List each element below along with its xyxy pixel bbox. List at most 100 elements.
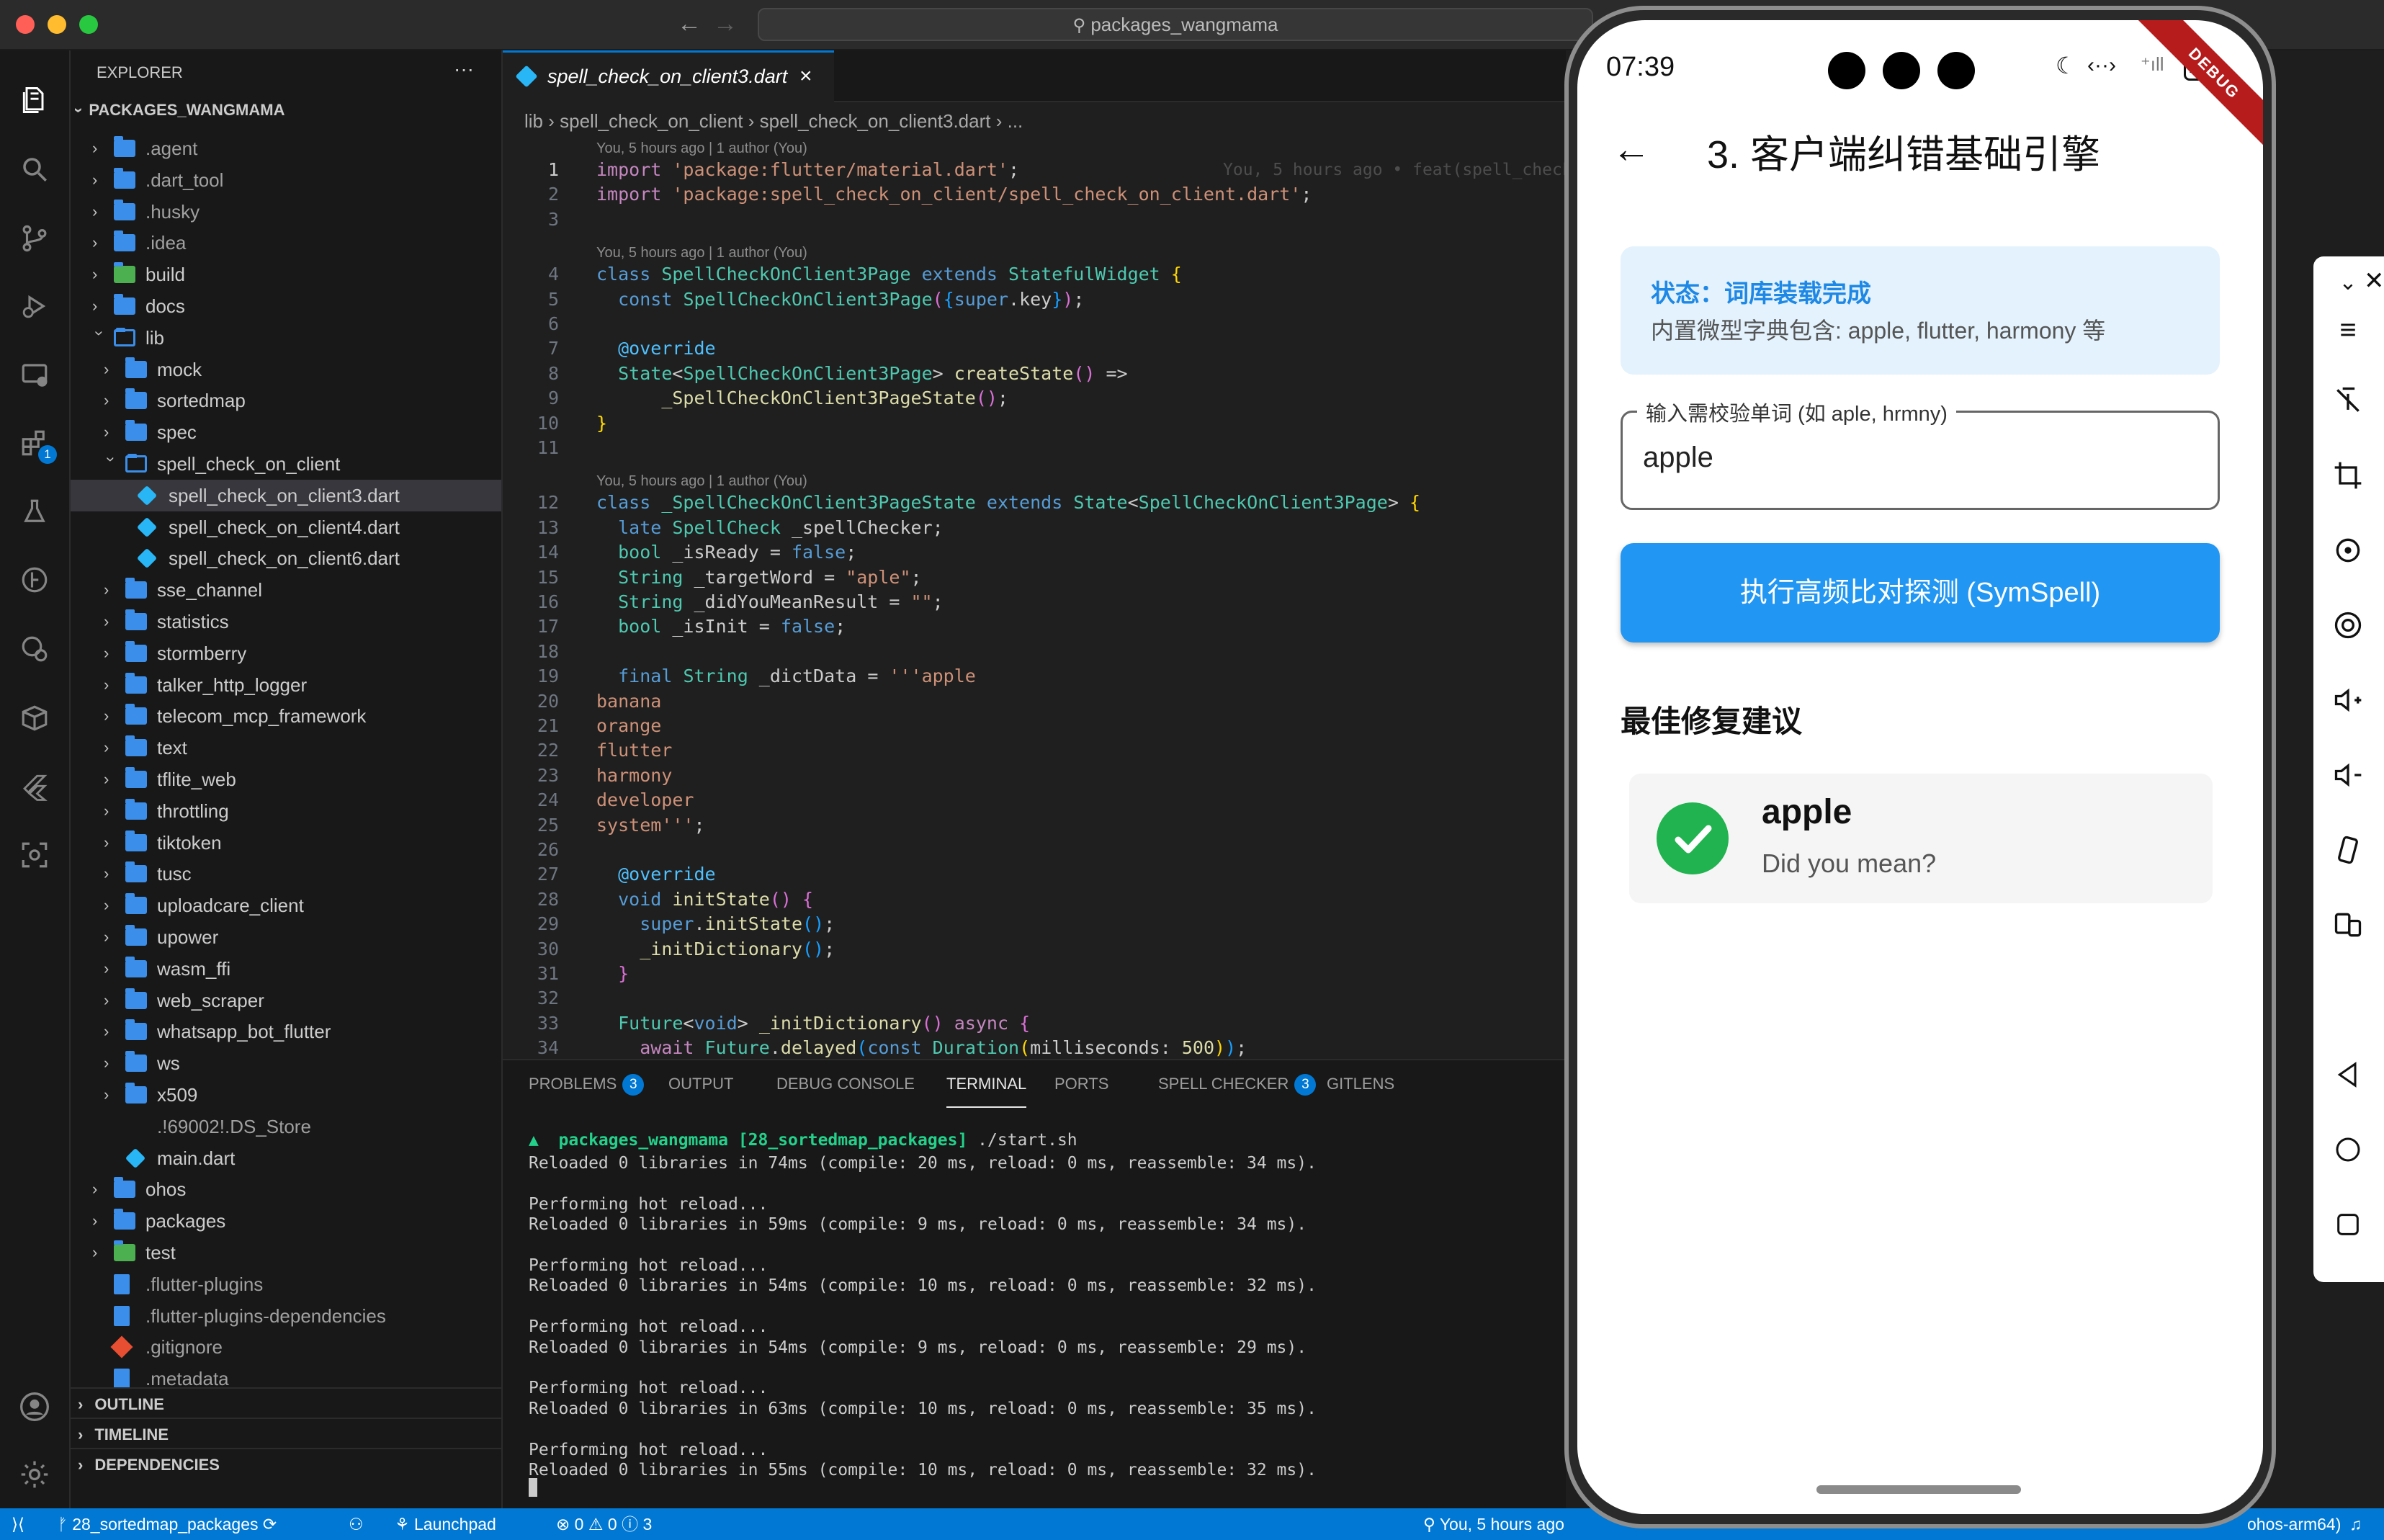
tree-folder[interactable]: › build — [71, 259, 501, 290]
extensions-icon[interactable]: 1 — [17, 425, 57, 464]
run-debug-icon[interactable] — [17, 288, 53, 324]
search-icon[interactable] — [17, 151, 53, 187]
code-line[interactable]: 7 @override — [503, 336, 1566, 362]
tree-folder[interactable]: › .agent — [71, 133, 501, 164]
tab-ports[interactable]: PORTS — [1054, 1060, 1108, 1108]
section-dependencies[interactable]: › DEPENDENCIES — [71, 1448, 501, 1481]
nav-back-icon[interactable] — [2328, 1055, 2368, 1095]
shake-icon[interactable] — [2328, 830, 2368, 870]
tree-folder[interactable]: › .husky — [71, 196, 501, 228]
forward-arrow-icon[interactable]: → — [713, 10, 738, 38]
volume-down-icon[interactable] — [2328, 755, 2368, 795]
maximize-window-button[interactable] — [79, 15, 98, 34]
code-line[interactable]: 11 — [503, 435, 1566, 461]
tree-folder[interactable]: › lib — [71, 322, 501, 354]
minimize-window-button[interactable] — [48, 15, 66, 34]
command-center-search[interactable]: ⚲ packages_wangmama — [758, 8, 1593, 41]
tab-debug-console[interactable]: DEBUG CONSOLE — [776, 1060, 915, 1108]
tree-folder[interactable]: › spec — [71, 416, 501, 448]
word-input-value[interactable]: apple — [1643, 442, 1713, 474]
code-line[interactable]: 5 const SpellCheckOnClient3Page({super.k… — [503, 287, 1566, 313]
tree-folder[interactable]: › web_scraper — [71, 985, 501, 1016]
testing-icon[interactable] — [17, 494, 53, 530]
blame-codelens[interactable]: You, 5 hours ago | 1 author (You) — [503, 135, 1566, 157]
package-icon[interactable] — [17, 700, 53, 736]
code-line[interactable]: 26 — [503, 837, 1566, 863]
settings-gear-icon[interactable] — [17, 1456, 53, 1492]
code-line[interactable]: 2 import 'package:spell_check_on_client/s… — [503, 182, 1566, 207]
code-line[interactable]: 24 developer — [503, 787, 1566, 813]
tree-folder[interactable]: › throttling — [71, 795, 501, 827]
code-line[interactable]: 15 String _targetWord = "aple"; — [503, 565, 1566, 591]
close-window-button[interactable] — [16, 15, 35, 34]
tree-folder[interactable]: › wasm_ffi — [71, 953, 501, 985]
tree-folder[interactable]: › .dart_tool — [71, 164, 501, 196]
tree-folder[interactable]: › tflite_web — [71, 764, 501, 795]
code-line[interactable]: 14 bool _isReady = false; — [503, 540, 1566, 565]
explorer-icon[interactable] — [17, 82, 53, 118]
nav-recents-icon[interactable] — [2328, 1204, 2368, 1245]
launchpad-button[interactable]: ⚘ Launchpad — [395, 1508, 496, 1540]
tree-folder[interactable]: › packages — [71, 1205, 501, 1237]
code-line[interactable]: 3 — [503, 207, 1566, 233]
tab-problems[interactable]: PROBLEMS 3 — [529, 1060, 645, 1108]
tree-folder[interactable]: › tiktoken — [71, 827, 501, 859]
code-line[interactable]: 32 — [503, 985, 1566, 1011]
code-line[interactable]: 17 bool _isInit = false; — [503, 614, 1566, 640]
tree-file[interactable]: .flutter-plugins-dependencies — [71, 1300, 501, 1332]
back-arrow-icon[interactable]: ← — [1612, 127, 1651, 171]
scan-icon[interactable] — [17, 837, 53, 873]
gitlens-icon[interactable] — [17, 562, 53, 598]
crop-icon[interactable] — [2328, 455, 2368, 496]
source-control-status-icon[interactable]: ⚇ — [349, 1508, 364, 1540]
run-symspell-button[interactable]: 执行高频比对探测 (SymSpell) — [1621, 543, 2220, 643]
explorer-more-button[interactable]: ··· — [454, 58, 474, 81]
tab-spell-check-on-client3[interactable]: spell_check_on_client3.dart × — [503, 50, 834, 102]
tree-file[interactable]: spell_check_on_client6.dart — [71, 542, 501, 574]
tree-folder[interactable]: › sortedmap — [71, 385, 501, 416]
tree-file[interactable]: main.dart — [71, 1142, 501, 1174]
tree-folder[interactable]: › x509 — [71, 1079, 501, 1111]
tab-gitlens[interactable]: GITLENS — [1327, 1060, 1394, 1108]
record-icon[interactable] — [2328, 605, 2368, 645]
tree-file[interactable]: .gitignore — [71, 1331, 501, 1363]
close-emulator-icon[interactable]: ✕ — [2364, 267, 2384, 295]
code-line[interactable]: 20 banana — [503, 689, 1566, 715]
code-line[interactable]: 1 import 'package:flutter/material.dart';… — [503, 157, 1566, 183]
tree-file[interactable]: .!69002!.DS_Store — [71, 1111, 501, 1142]
blame-codelens[interactable]: You, 5 hours ago | 1 author (You) — [503, 468, 1566, 490]
workspace-root[interactable]: ›PACKAGES_WANGMAMA — [71, 101, 285, 120]
multi-device-icon[interactable] — [2328, 905, 2368, 945]
tree-folder[interactable]: › whatsapp_bot_flutter — [71, 1016, 501, 1047]
code-line[interactable]: 29 super.initState(); — [503, 911, 1566, 937]
rotate-icon[interactable] — [2328, 530, 2368, 570]
tree-file[interactable]: .flutter-plugins — [71, 1268, 501, 1300]
menu-icon[interactable]: ≡ — [2328, 310, 2368, 350]
code-line[interactable]: 16 String _didYouMeanResult = ""; — [503, 589, 1566, 615]
word-input-field[interactable]: 输入需校验单词 (如 aple, hrmny) apple — [1621, 397, 2220, 510]
code-line[interactable]: 13 late SpellCheck _spellChecker; — [503, 515, 1566, 541]
code-line[interactable]: 9 _SpellCheckOnClient3PageState(); — [503, 385, 1566, 411]
tab-output[interactable]: OUTPUT — [668, 1060, 733, 1108]
collapse-icon[interactable]: ⌄ — [2328, 262, 2368, 303]
code-view[interactable]: You, 5 hours ago | 1 author (You) 1 import… — [503, 135, 1566, 1059]
code-line[interactable]: 23 harmony — [503, 763, 1566, 789]
code-line[interactable]: 22 flutter — [503, 738, 1566, 764]
notifications-bell-icon[interactable]: ♫ — [2349, 1508, 2362, 1540]
tree-folder[interactable]: › uploadcare_client — [71, 890, 501, 921]
tree-folder[interactable]: › telecom_mcp_framework — [71, 700, 501, 732]
code-line[interactable]: 31 } — [503, 961, 1566, 987]
no-touch-icon[interactable] — [2328, 380, 2368, 421]
tab-terminal[interactable]: TERMINAL — [946, 1060, 1027, 1108]
remote-explorer-icon[interactable] — [17, 357, 53, 393]
code-line[interactable]: 18 — [503, 639, 1566, 665]
code-line[interactable]: 10} — [503, 411, 1566, 437]
code-line[interactable]: 19 final String _dictData = '''apple — [503, 663, 1566, 689]
tree-folder[interactable]: › spell_check_on_client — [71, 448, 501, 480]
source-control-icon[interactable] — [17, 220, 53, 256]
code-line[interactable]: 34 await Future.delayed(const Duration(m… — [503, 1035, 1566, 1059]
tree-folder[interactable]: › .idea — [71, 227, 501, 259]
tree-folder[interactable]: › talker_http_logger — [71, 669, 501, 701]
breadcrumb[interactable]: lib › spell_check_on_client › spell_chec… — [524, 107, 1023, 135]
volume-up-icon[interactable] — [2328, 680, 2368, 720]
